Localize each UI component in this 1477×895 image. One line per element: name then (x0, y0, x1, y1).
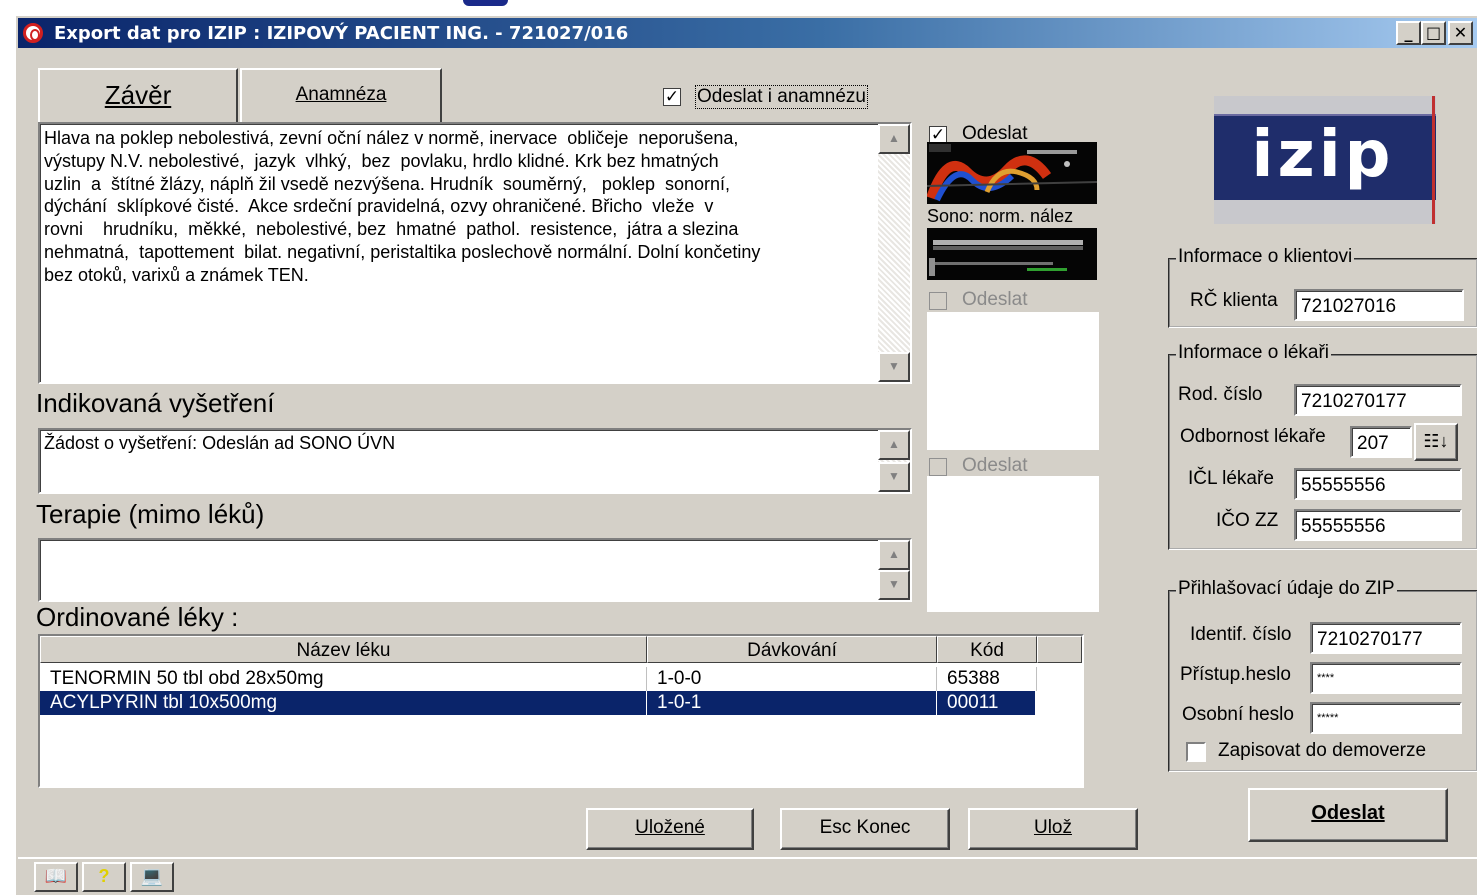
client-info-group: Informace o klientovi RČ klienta 7210270… (1168, 246, 1477, 328)
image1-caption: Sono: norm. nález (927, 206, 1074, 226)
indicated-exams-scrollbar[interactable]: ▲ ▼ (878, 430, 910, 492)
column-header-filler (1037, 636, 1082, 663)
cell-name: TENORMIN 50 tbl obd 28x50mg (40, 667, 647, 691)
personal-password-label: Osobní heslo (1182, 704, 1294, 725)
scroll-up-icon[interactable]: ▲ (878, 430, 910, 460)
conclusion-text: Hlava na poklep nebolestivá, zevní oční … (44, 128, 761, 285)
access-password-field[interactable]: **** (1310, 662, 1462, 694)
doctor-info-group: Informace o lékaři Rod. číslo 7210270177… (1168, 342, 1477, 550)
logo-text: izip (1251, 118, 1395, 192)
tab-anamneza[interactable]: Anamnéza (240, 68, 442, 122)
sono-image-1[interactable] (927, 142, 1097, 204)
cell-code: 65388 (937, 667, 1037, 691)
image3-send-label[interactable]: Odeslat (962, 455, 1027, 477)
image3-panel[interactable] (927, 476, 1099, 612)
status-bar: 📖 ? 💻 (18, 857, 1477, 895)
ident-field[interactable]: 7210270177 (1310, 622, 1462, 654)
izip-logo: izip (1214, 96, 1436, 224)
conclusion-scrollbar[interactable]: ▲ ▼ (878, 124, 910, 382)
end-button[interactable]: Esc Konec (780, 808, 950, 850)
image2-panel[interactable] (927, 312, 1099, 450)
medications-grid[interactable]: Název léku Dávkování Kód TENORMIN 50 tbl… (38, 634, 1084, 788)
cell-dosage: 1-0-1 (647, 691, 937, 715)
rod-cislo-label: Rod. číslo (1178, 384, 1263, 405)
therapy-heading: Terapie (mimo léků) (36, 499, 265, 529)
scroll-up-icon[interactable]: ▲ (878, 124, 910, 154)
image3-send-checkbox[interactable] (929, 458, 947, 476)
saved-button[interactable]: Uložené (586, 808, 754, 850)
therapy-scrollbar[interactable]: ▲ ▼ (878, 540, 910, 600)
image2-send-checkbox[interactable] (929, 292, 947, 310)
tab-zaver-label: Závěr (104, 80, 172, 110)
conclusion-memo[interactable]: Hlava na poklep nebolestivá, zevní oční … (38, 122, 912, 384)
sono-doppler-icon (927, 142, 1097, 204)
cell-dosage: 1-0-0 (647, 667, 937, 691)
send-button-label: Odeslat (1311, 802, 1385, 824)
scroll-up-icon[interactable]: ▲ (878, 540, 910, 570)
export-window: Export dat pro IZIP : IZIPOVÝ PACIENT IN… (14, 14, 1477, 895)
window-title: Export dat pro IZIP : IZIPOVÝ PACIENT IN… (54, 23, 629, 44)
icl-label: IČL lékaře (1188, 468, 1274, 489)
sono-bmode-icon (927, 228, 1097, 280)
rc-field[interactable]: 721027016 (1294, 289, 1464, 321)
minimize-button[interactable]: _ (1396, 21, 1421, 45)
rc-label: RČ klienta (1190, 290, 1278, 311)
scroll-down-icon[interactable]: ▼ (878, 570, 910, 600)
maximize-button[interactable]: □ (1421, 21, 1446, 45)
image2-send-label[interactable]: Odeslat (962, 289, 1027, 311)
login-group: Přihlašovací údaje do ZIP Identif. číslo… (1168, 578, 1477, 772)
save-button-label: Ulož (1033, 817, 1072, 838)
tab-anamneza-label: Anamnéza (295, 84, 387, 105)
medications-heading: Ordinované léky : (36, 602, 239, 632)
title-bar: Export dat pro IZIP : IZIPOVÝ PACIENT IN… (18, 18, 1477, 48)
scroll-down-icon[interactable]: ▼ (878, 462, 910, 492)
computer-icon[interactable]: 💻 (130, 862, 174, 892)
background-shape (463, 0, 508, 6)
rod-cislo-field[interactable]: 7210270177 (1294, 384, 1462, 416)
odbornost-label: Odbornost lékaře (1180, 426, 1326, 447)
send-anamnesis-checkbox[interactable]: ✓ (663, 88, 681, 106)
help-icon[interactable]: ? (82, 862, 126, 892)
send-button[interactable]: Odeslat (1248, 788, 1448, 842)
sono-image-2[interactable] (927, 228, 1097, 280)
cell-name: ACYLPYRIN tbl 10x500mg (40, 691, 647, 715)
cell-code: 00011 (937, 691, 1037, 715)
save-button[interactable]: Ulož (968, 808, 1138, 850)
doctor-info-title: Informace o lékaři (1176, 342, 1332, 364)
send-anamnesis-label[interactable]: Odeslat i anamnézu (695, 85, 868, 109)
column-header-dosage[interactable]: Dávkování (647, 636, 937, 663)
scroll-down-icon[interactable]: ▼ (878, 352, 910, 382)
column-header-code[interactable]: Kód (937, 636, 1037, 663)
table-row[interactable]: TENORMIN 50 tbl obd 28x50mg 1-0-0 65388 (40, 667, 1037, 691)
demo-checkbox[interactable] (1186, 742, 1206, 762)
ico-label: IČO ZZ (1216, 510, 1279, 531)
indicated-exams-heading: Indikovaná vyšetření (36, 388, 275, 418)
ico-field[interactable]: 55555556 (1294, 509, 1462, 541)
table-row-selected[interactable]: ACYLPYRIN tbl 10x500mg 1-0-1 00011 (40, 691, 1037, 715)
ident-label: Identif. číslo (1190, 624, 1292, 645)
app-icon[interactable] (23, 23, 43, 43)
indicated-exams-memo[interactable]: Žádost o vyšetření: Odeslán ad SONO ÚVN … (38, 428, 912, 494)
demo-label[interactable]: Zapisovat do demoverze (1218, 740, 1426, 762)
indicated-exams-text: Žádost o vyšetření: Odeslán ad SONO ÚVN (44, 433, 396, 453)
odbornost-field[interactable]: 207 (1350, 426, 1412, 458)
book-icon[interactable]: 📖 (34, 862, 78, 892)
close-button[interactable]: ✕ (1448, 21, 1473, 45)
tab-zaver[interactable]: Závěr (38, 68, 238, 122)
login-title: Přihlašovací údaje do ZIP (1176, 578, 1397, 600)
saved-button-label: Uložené (635, 817, 705, 838)
client-info-title: Informace o klientovi (1176, 246, 1355, 268)
column-header-name[interactable]: Název léku (40, 636, 647, 663)
personal-password-field[interactable]: ***** (1310, 702, 1462, 734)
odbornost-lookup-button[interactable]: ☷↓ (1414, 423, 1458, 461)
therapy-memo[interactable]: ▲ ▼ (38, 538, 912, 602)
list-arrow-icon: ☷↓ (1423, 431, 1449, 451)
icl-field[interactable]: 55555556 (1294, 468, 1462, 500)
access-password-label: Přístup.heslo (1180, 664, 1291, 685)
